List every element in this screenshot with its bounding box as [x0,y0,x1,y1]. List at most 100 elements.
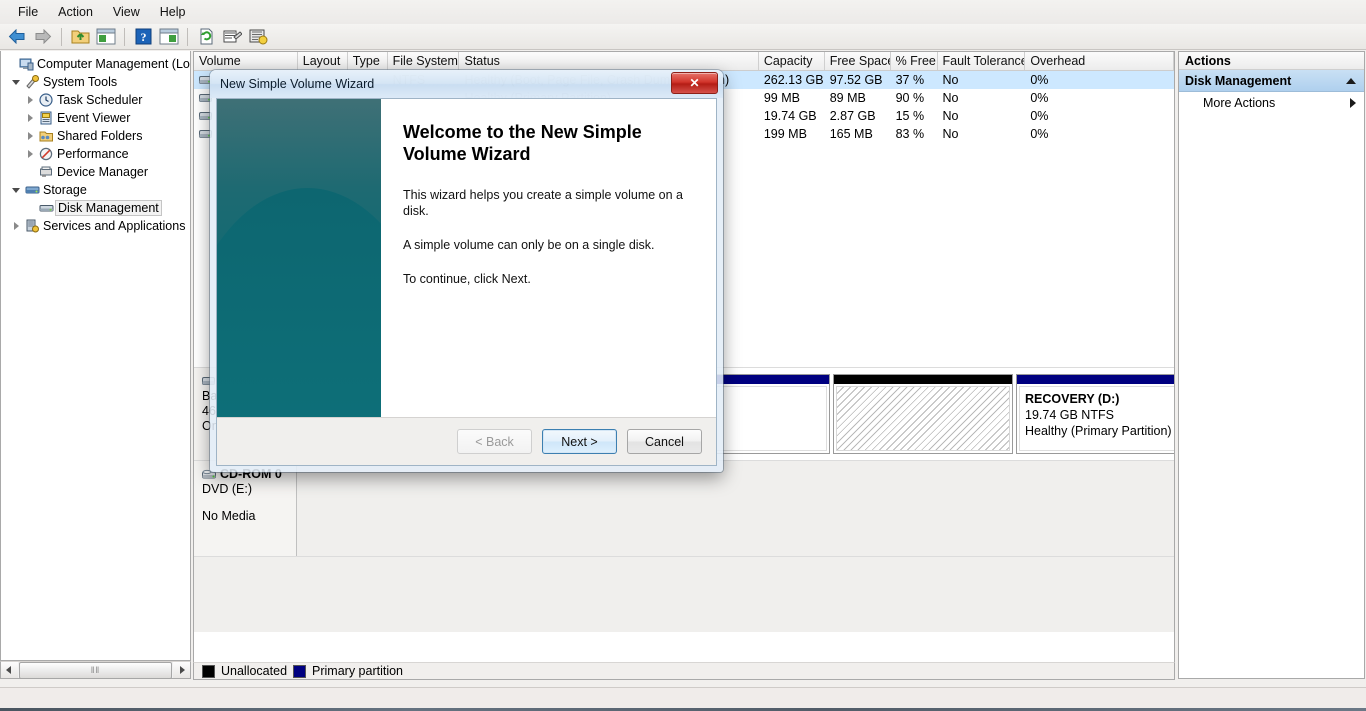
cdrom-info[interactable]: CD-ROM 0 DVD (E:) No Media [194,461,297,556]
cell-capacity: 199 MB [763,127,807,141]
up-folder-icon[interactable] [68,26,92,48]
column-header-overhead[interactable]: Overhead [1025,52,1174,70]
cell-overhead: 0% [1030,109,1049,123]
cell-fault-tolerance: No [942,127,959,141]
tree-expander-closed[interactable] [9,221,23,231]
tree-item-label: Disk Management [55,200,162,216]
scroll-right-icon[interactable] [173,662,190,678]
cancel-button[interactable]: Cancel [627,429,702,454]
dialog-body: Welcome to the New Simple Volume Wizard … [216,98,717,466]
scrollbar-thumb[interactable]: ‖‖ [19,661,172,679]
dialog-paragraph-2: A simple volume can only be on a single … [403,238,655,252]
chevron-right-icon[interactable] [1350,98,1356,108]
disk-management-icon [37,201,55,215]
tree-item-disk-management[interactable]: Disk Management [3,199,190,217]
tree-item-task-scheduler[interactable]: Task Scheduler [3,91,190,109]
tree-item-storage[interactable]: Storage [3,181,190,199]
disk-block-cdrom0: CD-ROM 0 DVD (E:) No Media [194,460,1174,556]
computer-management-window: File Action View Help ? Computer Managem… [0,0,1366,711]
tree-item-shared-folders[interactable]: Shared Folders [3,127,190,145]
device-manager-icon [37,165,55,179]
tree-item-label: Task Scheduler [57,93,143,107]
column-header-percent-free[interactable]: % Free [891,52,938,70]
partition-unallocated-2[interactable] [833,374,1013,454]
column-header-status[interactable]: Status [459,52,759,70]
taskbar [0,687,1366,711]
tree-item-computer-management[interactable]: Computer Management (Local [3,55,190,73]
performance-icon [37,147,55,161]
dialog-main: Welcome to the New Simple Volume Wizard … [217,99,716,417]
dialog-paragraph-1: This wizard helps you create a simple vo… [403,188,683,218]
cell-free-space: 89 MB [829,91,866,105]
tree-item-label: Event Viewer [57,111,131,125]
forward-icon[interactable] [31,26,55,48]
column-header-file-system[interactable]: File System [388,52,460,70]
wizard-banner-graphic [217,99,381,417]
cell-capacity: 262.13 GB [763,73,824,87]
event-log-icon [37,111,55,125]
tree-item-device-manager[interactable]: Device Manager [3,163,190,181]
partition-line2: 19.74 GB NTFS [1025,408,1114,422]
cdrom-partitions [297,461,1174,556]
partition-recovery[interactable]: RECOVERY (D:) 19.74 GB NTFS Healthy (Pri… [1016,374,1174,454]
cell-fault-tolerance: No [942,73,959,87]
tree-item-label: System Tools [43,75,118,89]
partition-color-bar [1017,375,1174,384]
cell-capacity: 19.74 GB [763,109,817,123]
services-icon [23,219,41,233]
menu-view[interactable]: View [103,3,150,21]
shared-folder-icon [37,129,55,143]
volume-table-header: Volume Layout Type File System Status Ca… [194,52,1174,71]
actions-section-disk-management[interactable]: Disk Management [1179,70,1364,92]
back-icon[interactable] [5,26,29,48]
partition-body: RECOVERY (D:) 19.74 GB NTFS Healthy (Pri… [1019,386,1174,451]
tree-item-label: Computer Management (Local [37,57,191,71]
tree-item-event-viewer[interactable]: Event Viewer [3,109,190,127]
back-button: < Back [457,429,532,454]
tree-expander-closed[interactable] [23,113,37,123]
column-header-volume[interactable]: Volume [194,52,298,70]
tree-item-label: Device Manager [57,165,149,179]
tree-horizontal-scrollbar[interactable]: ‖‖ [0,661,191,679]
tree-expander-open[interactable] [9,186,23,195]
tree-item-label: Performance [57,147,129,161]
actions-pane-title: Actions [1179,52,1364,70]
show-hide-console-tree-icon[interactable] [94,26,118,48]
legend-swatch-primary-partition [293,664,307,678]
column-header-type[interactable]: Type [348,52,388,70]
chevron-up-icon[interactable] [1346,77,1356,84]
column-header-capacity[interactable]: Capacity [759,52,825,70]
tree-expander-closed[interactable] [23,131,37,141]
close-icon[interactable]: ✕ [671,72,718,94]
disk-area-empty-space [194,556,1174,632]
cell-percent-free: 37 % [895,73,925,87]
tree-expander-closed[interactable] [23,149,37,159]
toolbar-separator [124,27,125,46]
tree-expander-closed[interactable] [23,95,37,105]
menu-help[interactable]: Help [150,3,196,21]
help-icon[interactable]: ? [131,26,155,48]
cell-free-space: 165 MB [829,127,873,141]
properties-icon[interactable] [220,26,244,48]
column-header-layout[interactable]: Layout [298,52,348,70]
partition-label: RECOVERY (D:) [1025,392,1120,406]
cell-overhead: 0% [1030,127,1049,141]
show-hide-action-pane-icon[interactable] [157,26,181,48]
rescan-disks-icon[interactable] [246,26,270,48]
dialog-title-bar[interactable]: New Simple Volume Wizard ✕ [210,70,723,98]
tree-item-services-and-applications[interactable]: Services and Applications [3,217,190,235]
menu-bar: File Action View Help [0,0,1366,24]
refresh-icon[interactable] [194,26,218,48]
legend-swatch-unallocated [202,664,215,678]
tree-item-system-tools[interactable]: System Tools [3,73,190,91]
menu-file[interactable]: File [8,3,48,21]
actions-item-more-actions[interactable]: More Actions [1179,92,1364,114]
tree-item-performance[interactable]: Performance [3,145,190,163]
legend-label-unallocated: Unallocated [221,664,288,678]
scroll-left-icon[interactable] [1,662,18,678]
column-header-free-space[interactable]: Free Space [825,52,891,70]
column-header-fault-tolerance[interactable]: Fault Tolerance [938,52,1026,70]
tree-expander-open[interactable] [9,78,23,87]
menu-action[interactable]: Action [48,3,103,21]
next-button[interactable]: Next > [542,429,617,454]
